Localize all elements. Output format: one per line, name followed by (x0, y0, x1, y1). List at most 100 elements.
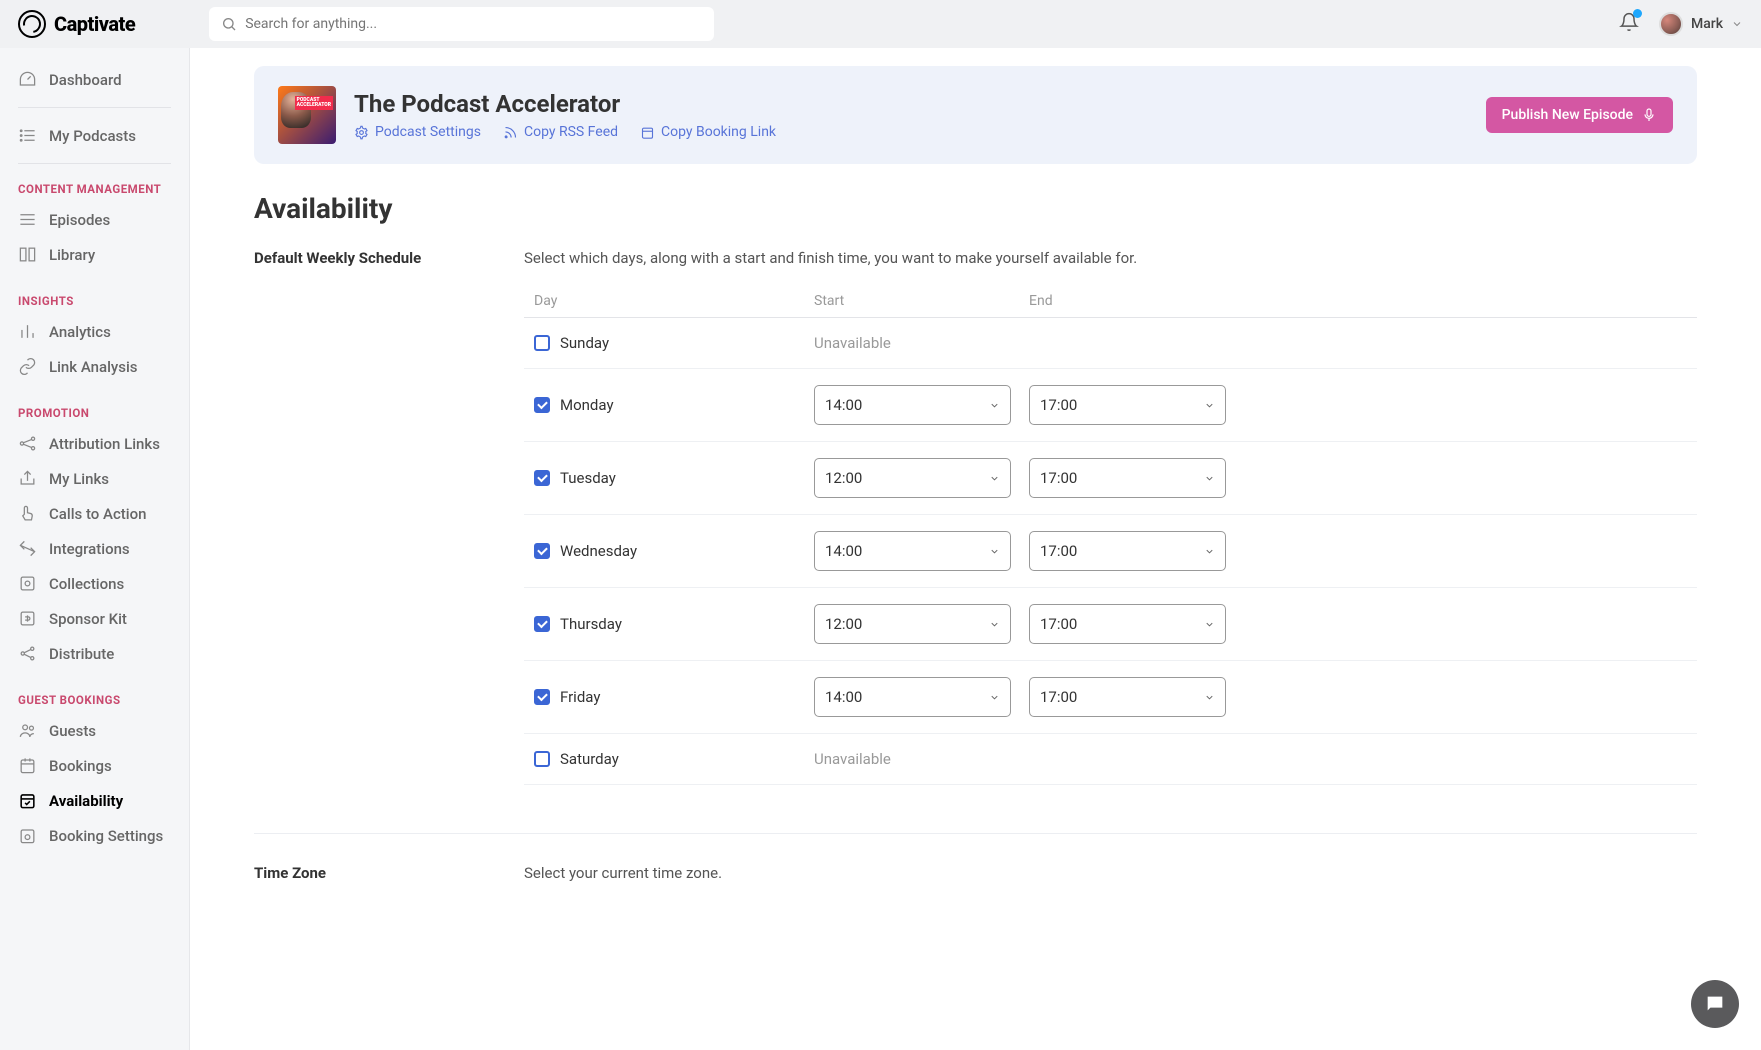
sidebar-item-dashboard[interactable]: Dashboard (18, 62, 171, 97)
publish-episode-button[interactable]: Publish New Episode (1486, 97, 1673, 133)
sidebar-item-library[interactable]: Library (18, 237, 171, 272)
chevron-down-icon (989, 619, 1000, 630)
sidebar-item-label: Calls to Action (49, 505, 147, 523)
start-time-value: 14:00 (825, 396, 862, 414)
sponsor-icon (18, 609, 37, 628)
sidebar-item-label: My Podcasts (49, 127, 136, 145)
search-input[interactable] (245, 16, 702, 32)
col-end: End (1029, 293, 1226, 309)
copy-rss-link[interactable]: Copy RSS Feed (503, 124, 618, 140)
day-checkbox[interactable] (534, 335, 550, 351)
sidebar-item-my-links[interactable]: My Links (18, 461, 171, 496)
day-checkbox[interactable] (534, 543, 550, 559)
section-label: Default Weekly Schedule (254, 249, 484, 785)
sidebar-item-calls-to-action[interactable]: Calls to Action (18, 496, 171, 531)
day-checkbox[interactable] (534, 616, 550, 632)
sidebar-item-availability[interactable]: Availability (18, 783, 171, 818)
sidebar-item-guests[interactable]: Guests (18, 713, 171, 748)
availability-icon (18, 791, 37, 810)
sidebar-item-label: Booking Settings (49, 827, 163, 845)
bookings-icon (18, 756, 37, 775)
schedule-table-header: Day Start End (524, 285, 1697, 318)
day-name: Wednesday (560, 542, 637, 560)
sidebar-heading: GUEST BOOKINGS (0, 685, 189, 713)
copy-booking-link[interactable]: Copy Booking Link (640, 124, 776, 140)
chevron-down-icon (1204, 473, 1215, 484)
analytics-icon (18, 322, 37, 341)
dashboard-icon (18, 70, 37, 89)
start-time-value: 14:00 (825, 542, 862, 560)
sidebar-item-collections[interactable]: Collections (18, 566, 171, 601)
unavailable-label: Unavailable (814, 750, 1226, 768)
day-checkbox[interactable] (534, 689, 550, 705)
brand-logo[interactable]: Captivate (18, 10, 135, 38)
calendar-icon (640, 125, 655, 140)
sidebar-item-label: Sponsor Kit (49, 610, 127, 628)
start-time-select[interactable]: 14:00 (814, 531, 1011, 571)
schedule-row: Wednesday 14:00 17:00 (524, 515, 1697, 588)
rss-icon (503, 125, 518, 140)
schedule-row: Friday 14:00 17:00 (524, 661, 1697, 734)
day-name: Monday (560, 396, 614, 414)
integrations-icon (18, 539, 37, 558)
sidebar-item-label: Link Analysis (49, 358, 138, 376)
chevron-down-icon (989, 473, 1000, 484)
end-time-value: 17:00 (1040, 469, 1077, 487)
chevron-down-icon (1731, 18, 1743, 30)
chevron-down-icon (1204, 692, 1215, 703)
sidebar-item-attribution-links[interactable]: Attribution Links (18, 426, 171, 461)
sidebar-item-label: Guests (49, 722, 96, 740)
booking-settings-icon (18, 826, 37, 845)
sidebar-item-link-analysis[interactable]: Link Analysis (18, 349, 171, 384)
section-description: Select your current time zone. (524, 864, 1697, 882)
start-time-select[interactable]: 12:00 (814, 458, 1011, 498)
section-description: Select which days, along with a start an… (524, 249, 1697, 267)
sidebar-item-label: Collections (49, 575, 124, 593)
distribute-icon (18, 644, 37, 663)
day-name: Friday (560, 688, 600, 706)
end-time-select[interactable]: 17:00 (1029, 458, 1226, 498)
day-checkbox[interactable] (534, 751, 550, 767)
day-checkbox[interactable] (534, 397, 550, 413)
sidebar-item-distribute[interactable]: Distribute (18, 636, 171, 671)
sidebar-item-episodes[interactable]: Episodes (18, 202, 171, 237)
schedule-row: Tuesday12:0017:00 (524, 442, 1697, 515)
podcast-settings-link[interactable]: Podcast Settings (354, 124, 481, 140)
sidebar-item-label: Attribution Links (49, 435, 160, 453)
sidebar-item-bookings[interactable]: Bookings (18, 748, 171, 783)
sidebar-item-booking-settings[interactable]: Booking Settings (18, 818, 171, 853)
day-checkbox[interactable] (534, 470, 550, 486)
sidebar-item-analytics[interactable]: Analytics (18, 314, 171, 349)
chevron-down-icon (1204, 619, 1215, 630)
end-time-select[interactable]: 17:00 (1029, 604, 1226, 644)
section-label: Time Zone (254, 864, 484, 900)
end-time-select[interactable]: 17:00 (1029, 385, 1226, 425)
end-time-select[interactable]: 17:00 (1029, 531, 1226, 571)
schedule-row: SundayUnavailable (524, 318, 1697, 369)
chevron-down-icon (1204, 400, 1215, 411)
start-time-select[interactable]: 14:00 (814, 385, 1011, 425)
attribution-icon (18, 434, 37, 453)
sidebar: Dashboard My Podcasts CONTENT MANAGEMENT… (0, 48, 190, 1050)
chat-icon (1704, 993, 1726, 1015)
notifications-button[interactable] (1619, 12, 1639, 36)
search-box[interactable] (209, 7, 714, 41)
sidebar-item-my-podcasts[interactable]: My Podcasts (18, 118, 171, 153)
chat-fab[interactable] (1691, 980, 1739, 1028)
start-time-select[interactable]: 12:00 (814, 604, 1011, 644)
start-time-value: 12:00 (825, 469, 862, 487)
sidebar-heading: INSIGHTS (0, 286, 189, 314)
user-menu[interactable]: Mark (1659, 12, 1743, 36)
collections-icon (18, 574, 37, 593)
sidebar-item-integrations[interactable]: Integrations (18, 531, 171, 566)
sidebar-item-sponsor-kit[interactable]: Sponsor Kit (18, 601, 171, 636)
start-time-select[interactable]: 14:00 (814, 677, 1011, 717)
end-time-select[interactable]: 17:00 (1029, 677, 1226, 717)
schedule-row: Monday 14:00 17:00 (524, 369, 1697, 442)
page-title: Availability (254, 192, 1697, 225)
sidebar-item-label: Bookings (49, 757, 112, 775)
button-label: Publish New Episode (1502, 107, 1633, 123)
gear-icon (354, 125, 369, 140)
topbar: Captivate Mark (0, 0, 1761, 48)
schedule-table-body: SundayUnavailableMonday14:0017:00Tuesday… (524, 318, 1697, 785)
